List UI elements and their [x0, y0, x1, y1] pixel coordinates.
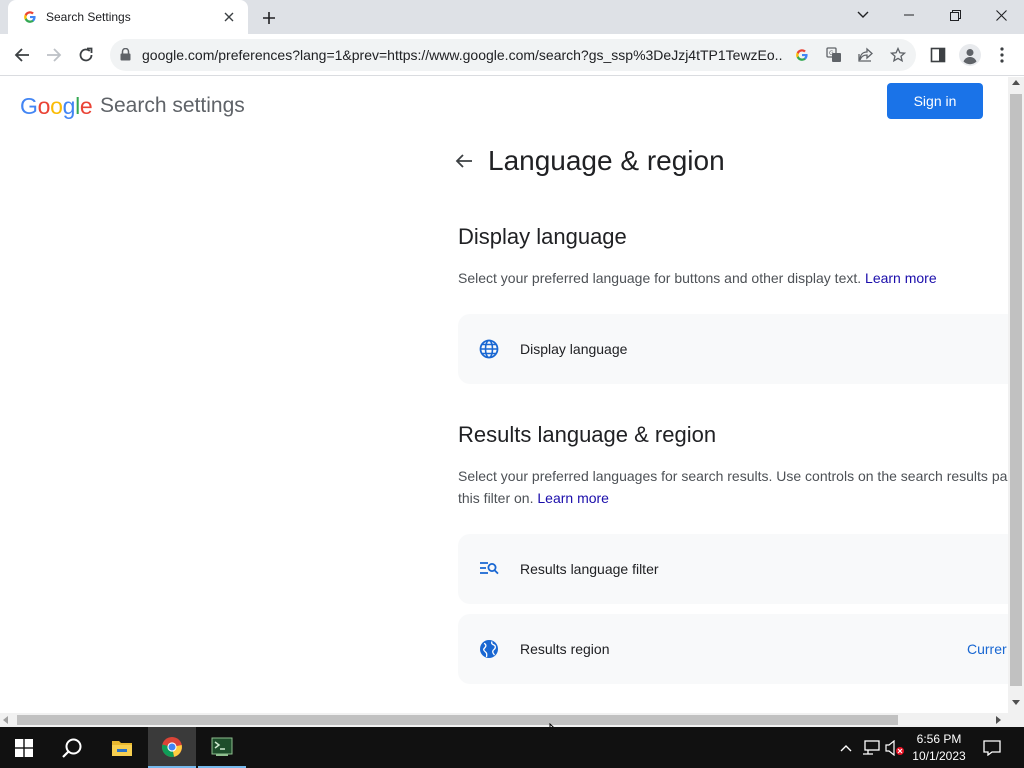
- tab-title: Search Settings: [46, 10, 131, 24]
- results-region-value: Currer: [967, 641, 1007, 657]
- display-language-heading: Display language: [458, 224, 627, 249]
- page-content: Google Search settings Sign in Language …: [0, 77, 1008, 713]
- windows-start-icon[interactable]: [0, 727, 48, 768]
- earth-icon: [478, 638, 500, 660]
- new-tab-plus-icon[interactable]: [258, 7, 280, 29]
- search-icon[interactable]: [48, 727, 96, 768]
- profile-icon[interactable]: [958, 43, 982, 67]
- globe-icon: [478, 338, 500, 360]
- browser-tab[interactable]: Search Settings: [8, 0, 248, 34]
- share-icon[interactable]: [856, 45, 876, 65]
- lock-icon[interactable]: [120, 47, 131, 66]
- chevron-up-icon[interactable]: [836, 727, 856, 768]
- file-explorer-icon[interactable]: [98, 727, 146, 768]
- horizontal-scrollbar-thumb[interactable]: [17, 715, 898, 725]
- minimize-icon[interactable]: [886, 0, 932, 30]
- taskbar-clock[interactable]: 6:56 PM 10/1/2023: [908, 731, 970, 765]
- scroll-down-arrow-icon[interactable]: [1012, 700, 1020, 705]
- section-heading: Language & region: [488, 145, 725, 176]
- side-panel-icon[interactable]: [926, 43, 950, 67]
- terminal-icon[interactable]: [198, 727, 246, 768]
- display-language-description: Select your preferred language for butto…: [458, 270, 937, 286]
- vertical-scrollbar-thumb[interactable]: [1010, 94, 1022, 686]
- learn-more-link[interactable]: Learn more: [537, 490, 609, 506]
- google-logo[interactable]: Google: [20, 93, 93, 120]
- results-description-line2: this filter on. Learn more: [458, 490, 609, 506]
- google-favicon-icon: [22, 9, 38, 25]
- filter-search-icon: [478, 558, 500, 580]
- display-language-card[interactable]: Display language: [458, 314, 1008, 384]
- results-region-card[interactable]: Results region Currer: [458, 614, 1008, 684]
- page-title: Search settings: [100, 94, 245, 117]
- google-lens-icon[interactable]: [792, 45, 812, 65]
- clock-time: 6:56 PM: [916, 732, 962, 746]
- results-description-line1: Select your preferred languages for sear…: [458, 468, 1008, 484]
- browser-toolbar: google.com/preferences?lang=1&prev=https…: [0, 34, 1024, 76]
- back-arrow-icon[interactable]: [10, 43, 34, 67]
- translate-icon[interactable]: G: [824, 45, 844, 65]
- notification-icon[interactable]: [978, 727, 1006, 768]
- results-heading: Results language & region: [458, 422, 717, 447]
- windows-taskbar: 6:56 PM 10/1/2023: [0, 727, 1024, 768]
- results-language-filter-label: Results language filter: [520, 561, 659, 577]
- clock-date: 10/1/2023: [912, 749, 966, 763]
- restore-icon[interactable]: [932, 0, 978, 30]
- results-language-filter-card[interactable]: Results language filter: [458, 534, 1008, 604]
- tab-search-chevron-down-icon[interactable]: [840, 0, 886, 30]
- svg-text:G: G: [829, 50, 834, 57]
- url-text[interactable]: google.com/preferences?lang=1&prev=https…: [142, 47, 782, 63]
- tab-close-icon[interactable]: [220, 8, 238, 26]
- learn-more-link[interactable]: Learn more: [865, 270, 937, 286]
- volume-muted-icon[interactable]: [884, 727, 906, 768]
- sign-in-button[interactable]: Sign in: [887, 83, 983, 119]
- window-close-icon[interactable]: [978, 0, 1024, 30]
- forward-arrow-icon[interactable]: [42, 43, 66, 67]
- star-icon[interactable]: [888, 45, 908, 65]
- tab-strip: Search Settings: [0, 0, 1024, 34]
- back-arrow-icon[interactable]: [454, 151, 474, 171]
- address-bar[interactable]: google.com/preferences?lang=1&prev=https…: [110, 39, 916, 71]
- scroll-up-arrow-icon[interactable]: [1012, 80, 1020, 85]
- network-icon[interactable]: [860, 727, 882, 768]
- display-language-label: Display language: [520, 341, 628, 357]
- scroll-left-arrow-icon[interactable]: [3, 716, 8, 724]
- chrome-icon[interactable]: [148, 727, 196, 768]
- more-vert-icon[interactable]: [990, 43, 1014, 67]
- reload-icon[interactable]: [74, 43, 98, 67]
- scroll-right-arrow-icon[interactable]: [996, 716, 1001, 724]
- results-region-label: Results region: [520, 641, 610, 657]
